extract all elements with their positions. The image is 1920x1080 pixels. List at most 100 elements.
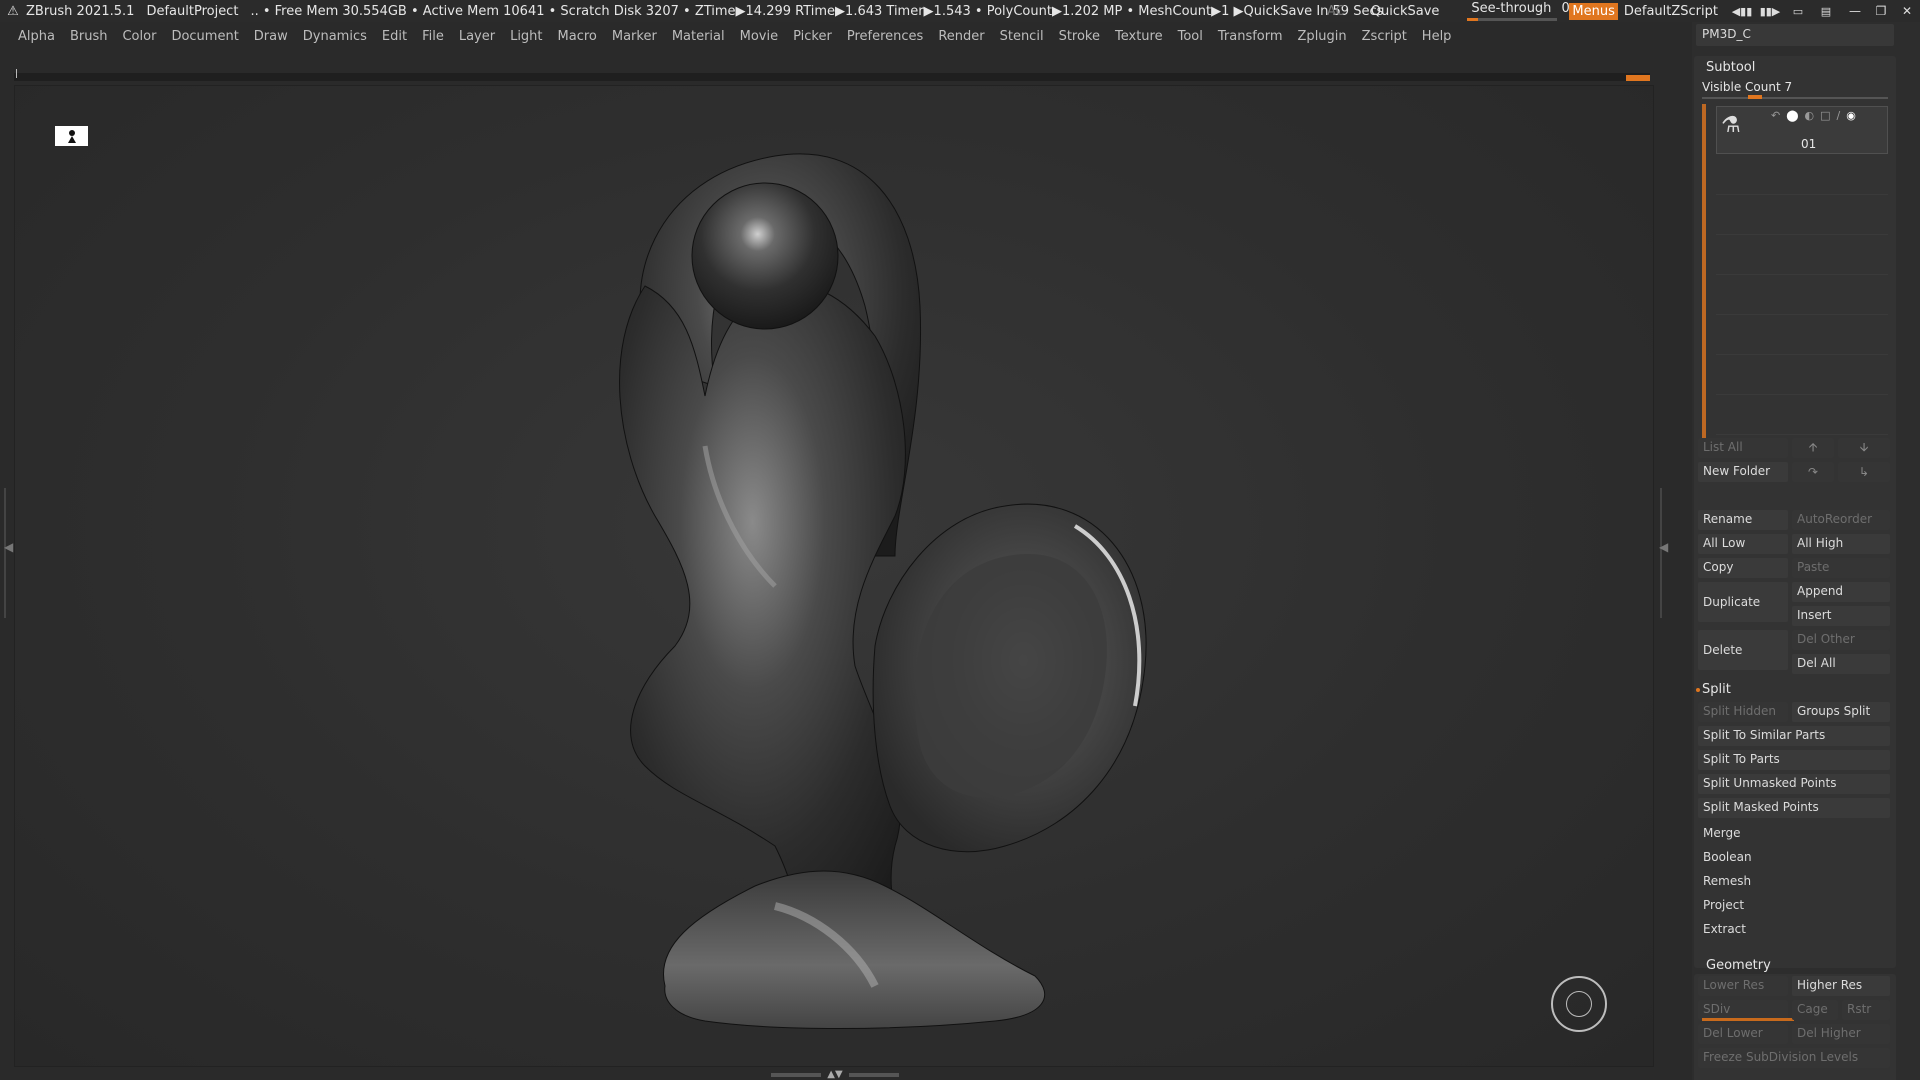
project-section-button[interactable]: Project <box>1698 896 1890 916</box>
subtool-slot <box>1716 194 1888 195</box>
del-lower-button[interactable]: Del Lower <box>1698 1024 1788 1044</box>
sdiv-slider[interactable]: SDiv <box>1698 1000 1788 1020</box>
move-down-icon[interactable]: 🡫 <box>1838 438 1890 458</box>
subtool-list-scrollbar[interactable] <box>1702 104 1706 456</box>
higher-res-button[interactable]: Higher Res <box>1792 976 1890 996</box>
menu-help[interactable]: Help <box>1422 29 1452 44</box>
visible-count-slider[interactable] <box>1702 95 1888 99</box>
document-canvas[interactable] <box>14 85 1654 1067</box>
append-button[interactable]: Append <box>1792 582 1890 602</box>
right-tray-arrow-icon[interactable]: ◀ <box>1659 540 1668 554</box>
extract-section-button[interactable]: Extract <box>1698 920 1890 940</box>
timeline-ruler[interactable] <box>14 69 1650 81</box>
del-higher-button[interactable]: Del Higher <box>1792 1024 1890 1044</box>
subtool-arrow-icon[interactable]: ↶ <box>1771 109 1780 122</box>
menu-brush[interactable]: Brush <box>70 29 108 44</box>
menu-render[interactable]: Render <box>938 29 984 44</box>
menu-edit[interactable]: Edit <box>382 29 407 44</box>
menu-preferences[interactable]: Preferences <box>847 29 923 44</box>
default-zscript-button[interactable]: DefaultZScript <box>1624 4 1718 19</box>
menu-draw[interactable]: Draw <box>254 29 288 44</box>
menu-file[interactable]: File <box>422 29 444 44</box>
menu-color[interactable]: Color <box>122 29 156 44</box>
rstr-button[interactable]: Rstr <box>1842 1000 1890 1020</box>
split-unmasked-points-button[interactable]: Split Unmasked Points <box>1698 774 1890 794</box>
menu-document[interactable]: Document <box>171 29 238 44</box>
boolean-section-button[interactable]: Boolean <box>1698 848 1890 868</box>
groups-split-button[interactable]: Groups Split <box>1792 702 1890 722</box>
menus-toggle-button[interactable]: Menus <box>1569 2 1618 20</box>
copy-button[interactable]: Copy <box>1698 558 1788 578</box>
transparent-menus-icon[interactable]: ▭ <box>1786 2 1810 20</box>
bottom-tray-handle[interactable]: ▲▼ <box>770 1069 900 1080</box>
menu-stencil[interactable]: Stencil <box>1000 29 1044 44</box>
interface-layout-2-icon[interactable]: ▮▮▶ <box>1758 2 1782 20</box>
del-all-button[interactable]: Del All <box>1792 654 1890 674</box>
menu-marker[interactable]: Marker <box>612 29 657 44</box>
del-other-button[interactable]: Del Other <box>1792 630 1890 650</box>
subtool-dynamesh-icon[interactable]: ◐ <box>1805 109 1815 122</box>
split-section-title[interactable]: Split <box>1702 682 1731 697</box>
move-out-folder-icon[interactable]: ↳ <box>1838 462 1890 482</box>
menu-dynamics[interactable]: Dynamics <box>303 29 367 44</box>
menu-light[interactable]: Light <box>510 29 542 44</box>
current-tool-name[interactable]: PM3D_C <box>1696 24 1894 46</box>
menu-layer[interactable]: Layer <box>459 29 495 44</box>
autoreorder-button[interactable]: AutoReorder <box>1792 510 1890 530</box>
paste-button[interactable]: Paste <box>1792 558 1890 578</box>
all-low-button[interactable]: All Low <box>1698 534 1788 554</box>
left-tray-arrow-icon[interactable]: ◀ <box>4 540 13 554</box>
cage-button[interactable]: Cage <box>1792 1000 1838 1020</box>
interface-layout-icon[interactable]: ◀▮▮ <box>1730 2 1754 20</box>
subtool-item[interactable]: ⚗ ↶ ⬤ ◐ □ ∕ ◉ 01 <box>1716 106 1888 154</box>
duplicate-button[interactable]: Duplicate <box>1698 582 1788 622</box>
navigation-gizmo[interactable] <box>1551 976 1607 1032</box>
merge-section-button[interactable]: Merge <box>1698 824 1890 844</box>
geometry-title[interactable]: Geometry <box>1706 958 1771 973</box>
menu-movie[interactable]: Movie <box>740 29 778 44</box>
visible-count-knob[interactable] <box>1748 95 1762 99</box>
restore-icon[interactable]: ❐ <box>1868 1 1894 21</box>
split-expanded-dot <box>1696 688 1700 692</box>
insert-button[interactable]: Insert <box>1792 606 1890 626</box>
bottom-tray-arrow-icon[interactable]: ▲▼ <box>827 1069 842 1080</box>
subtool-list: ⚗ ↶ ⬤ ◐ □ ∕ ◉ 01 <box>1702 104 1890 456</box>
menu-macro[interactable]: Macro <box>558 29 597 44</box>
split-to-parts-button[interactable]: Split To Parts <box>1698 750 1890 770</box>
ac-button[interactable]: AC <box>1327 4 1345 19</box>
lower-res-button[interactable]: Lower Res <box>1698 976 1788 996</box>
floating-palette-icon[interactable]: ▤ <box>1814 2 1838 20</box>
minimize-icon[interactable]: — <box>1842 1 1868 21</box>
split-hidden-button[interactable]: Split Hidden <box>1698 702 1788 722</box>
subtool-toggle-icon[interactable]: ⬤ <box>1786 109 1798 122</box>
menu-texture[interactable]: Texture <box>1115 29 1163 44</box>
subtool-brush-icon[interactable]: ∕ <box>1837 109 1841 122</box>
menu-stroke[interactable]: Stroke <box>1059 29 1100 44</box>
all-high-button[interactable]: All High <box>1792 534 1890 554</box>
menu-tool[interactable]: Tool <box>1178 29 1203 44</box>
menu-picker[interactable]: Picker <box>793 29 832 44</box>
split-masked-points-button[interactable]: Split Masked Points <box>1698 798 1890 818</box>
menu-alpha[interactable]: Alpha <box>18 29 55 44</box>
split-to-similar-parts-button[interactable]: Split To Similar Parts <box>1698 726 1890 746</box>
freeze-subdivision-levels-button[interactable]: Freeze SubDivision Levels <box>1698 1048 1890 1068</box>
remesh-section-button[interactable]: Remesh <box>1698 872 1890 892</box>
menu-zplugin[interactable]: Zplugin <box>1298 29 1347 44</box>
subtool-title[interactable]: Subtool <box>1706 60 1755 75</box>
new-folder-button[interactable]: New Folder <box>1698 462 1788 482</box>
menu-transform[interactable]: Transform <box>1218 29 1283 44</box>
menu-zscript[interactable]: Zscript <box>1362 29 1407 44</box>
seethrough-slider[interactable]: See-through 0 <box>1467 1 1570 21</box>
move-into-folder-icon[interactable]: ↷ <box>1792 462 1834 482</box>
subtool-folder-icon[interactable]: □ <box>1820 109 1830 122</box>
quicksave-button[interactable]: QuickSave <box>1371 4 1440 19</box>
subtool-eye-icon[interactable]: ◉ <box>1846 109 1856 122</box>
list-all-button[interactable]: List All <box>1698 438 1788 458</box>
close-icon[interactable]: ✕ <box>1894 1 1920 21</box>
sculpted-mesh[interactable] <box>15 86 1654 1067</box>
timeline-marker[interactable] <box>1626 75 1650 81</box>
rename-button[interactable]: Rename <box>1698 510 1788 530</box>
delete-button[interactable]: Delete <box>1698 630 1788 670</box>
move-up-icon[interactable]: 🡩 <box>1792 438 1834 458</box>
menu-material[interactable]: Material <box>672 29 725 44</box>
